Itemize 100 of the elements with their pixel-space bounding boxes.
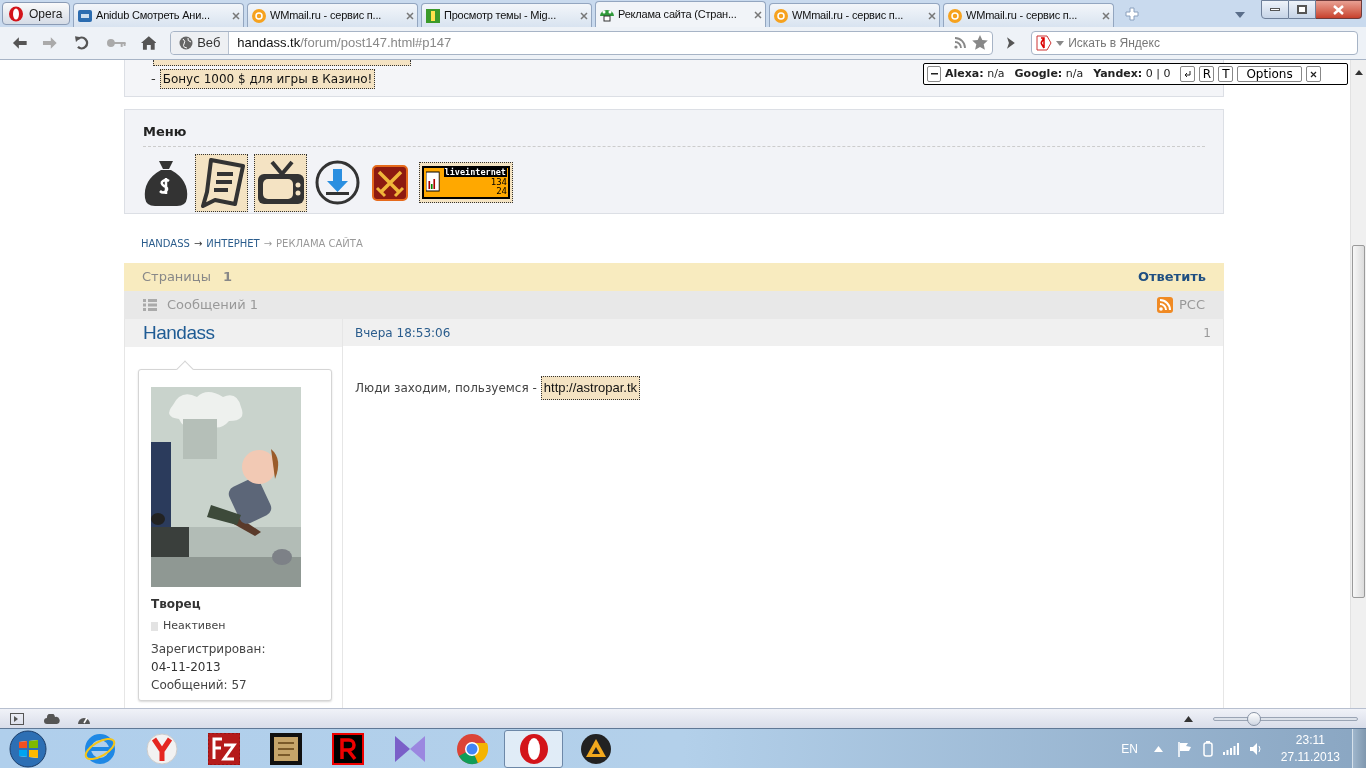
opera-logo-icon <box>7 5 25 22</box>
start-button[interactable] <box>8 729 48 768</box>
clock-time: 23:11 <box>1295 731 1325 749</box>
tab-title: WMmail.ru - сервис п... <box>966 8 1079 24</box>
panel-icon[interactable] <box>10 712 24 725</box>
expand-up-icon[interactable] <box>1184 715 1193 722</box>
download-icon[interactable] <box>315 160 360 205</box>
close-tab-icon[interactable] <box>580 11 588 20</box>
scroll-thumb[interactable] <box>1352 245 1365 598</box>
search-field[interactable]: Искать в Яндекс <box>1031 31 1358 55</box>
mail-favicon-icon <box>947 7 963 24</box>
tv-link[interactable] <box>254 153 307 212</box>
close-window-button[interactable] <box>1316 0 1362 19</box>
breadcrumb-separator: → <box>263 236 273 251</box>
zoom-slider[interactable] <box>1213 711 1358 726</box>
cloud-icon[interactable] <box>44 713 60 724</box>
chrome-icon <box>455 732 488 765</box>
browser-tab[interactable]: Anidub Смотреть Ани... <box>73 3 244 27</box>
registered-date: 04-11-2013 <box>151 658 222 676</box>
zoom-slider-thumb[interactable] <box>1246 711 1261 726</box>
dropdown-icon[interactable] <box>1235 12 1245 18</box>
taskbar-button[interactable] <box>504 729 563 768</box>
close-button[interactable] <box>1305 66 1321 82</box>
document-link[interactable] <box>195 153 248 212</box>
r-app-icon <box>331 732 364 765</box>
show-desktop-button[interactable] <box>1352 728 1366 768</box>
seo-metric: Yandex: 0 | 0 <box>1093 65 1171 82</box>
money-bag-icon[interactable] <box>143 158 189 207</box>
link-background[interactable] <box>153 60 411 66</box>
enter-button[interactable] <box>1180 66 1196 82</box>
site-badge[interactable]: Веб <box>171 32 230 54</box>
signal-icon[interactable] <box>1222 742 1239 755</box>
breadcrumb-separator: → <box>193 236 203 251</box>
maximize-button[interactable] <box>1289 0 1316 19</box>
browser-tab[interactable]: WMmail.ru - сервис п... <box>247 3 418 27</box>
swords-icon[interactable] <box>372 164 408 201</box>
counter-value: 134 <box>490 177 507 187</box>
show-hidden-icons[interactable] <box>1153 745 1163 752</box>
tv-icon <box>255 159 306 206</box>
toolbar-button[interactable]: T <box>1218 66 1234 82</box>
toolbar-button[interactable]: R <box>1199 66 1215 82</box>
address-field[interactable]: Веб handass.tk/forum/post147.html#p147 <box>170 31 994 55</box>
browser-tab[interactable]: Просмотр темы - Mig... <box>421 3 592 27</box>
url-text: handass.tk/forum/post147.html#p147 <box>237 34 452 53</box>
menu-title: Меню <box>143 122 1205 147</box>
opera-menu-button[interactable]: Opera <box>2 2 70 25</box>
tab-title: Anidub Смотреть Ани... <box>96 8 211 24</box>
dropdown-icon[interactable] <box>1056 40 1065 46</box>
post-date-link[interactable]: Вчера 18:53:06 <box>355 323 451 342</box>
collapse-button[interactable] <box>927 66 941 82</box>
film-scroll-icon <box>269 732 302 765</box>
close-tab-icon[interactable] <box>754 10 762 19</box>
current-page: 1 <box>222 268 232 287</box>
browser-tab[interactable]: WMmail.ru - сервис п... <box>943 3 1114 27</box>
volume-icon[interactable] <box>1248 741 1263 756</box>
minus-icon <box>930 73 938 75</box>
star-icon[interactable] <box>972 35 989 51</box>
close-tab-icon[interactable] <box>406 11 414 20</box>
mail-favicon-icon <box>773 7 789 24</box>
breadcrumb-link[interactable]: HANDASS <box>141 235 190 251</box>
home-icon[interactable] <box>140 36 157 50</box>
minimize-button[interactable] <box>1261 0 1289 19</box>
seo-metric: Alexa: n/a <box>945 65 1005 82</box>
breadcrumb-current: РЕКЛАМА САЙТА <box>276 236 363 251</box>
pages-label: Страницы <box>142 268 211 287</box>
scroll-up-icon[interactable] <box>1354 70 1363 75</box>
go-icon[interactable] <box>1007 37 1016 49</box>
triangle-logo-icon <box>579 732 612 765</box>
toolbar-button[interactable]: Options <box>1237 66 1302 82</box>
close-tab-icon[interactable] <box>928 11 936 20</box>
messages-count: Сообщений 1 <box>167 296 259 315</box>
post-count: Сообщений: 57 <box>151 676 248 694</box>
reload-icon[interactable] <box>75 36 89 50</box>
browser-e-icon <box>82 731 117 766</box>
opera-icon <box>518 732 549 765</box>
globe-icon <box>179 36 194 50</box>
reply-link[interactable]: Ответить <box>1137 267 1206 287</box>
scrollbar[interactable] <box>1350 60 1366 708</box>
document-icon <box>198 157 245 208</box>
seo-metric: Google: n/a <box>1014 65 1084 82</box>
promo-link[interactable]: Бонус 1000 $ для игры в Казино! <box>159 69 376 89</box>
rss-icon[interactable] <box>954 37 967 49</box>
breadcrumb-link[interactable]: ИНТЕРНЕТ <box>206 235 260 251</box>
browser-tab[interactable]: WMmail.ru - сервис п... <box>769 3 940 27</box>
search-input[interactable]: Искать в Яндекс <box>1068 34 1353 52</box>
post-link[interactable]: http://astropar.tk <box>540 376 641 400</box>
rss-icon <box>1157 297 1173 313</box>
battery-icon[interactable] <box>1202 740 1213 757</box>
close-tab-icon[interactable] <box>1102 11 1110 20</box>
counter-value: 24 <box>496 186 507 196</box>
ftp-client-icon <box>207 732 240 765</box>
clock-date: 27.11.2013 <box>1280 748 1340 766</box>
registered-label: Зарегистрирован: <box>151 640 267 658</box>
close-tab-icon[interactable] <box>232 11 240 20</box>
back-icon[interactable] <box>12 36 28 50</box>
post-text: Люди заходим, пользуемся - <box>355 379 537 397</box>
counter-link[interactable]: liveinternet 134 24 <box>419 162 513 203</box>
browser-tab[interactable]: Реклама сайта (Стран... <box>595 1 766 27</box>
tab-favicon-icon <box>77 7 93 24</box>
flag-icon[interactable] <box>1176 740 1193 757</box>
